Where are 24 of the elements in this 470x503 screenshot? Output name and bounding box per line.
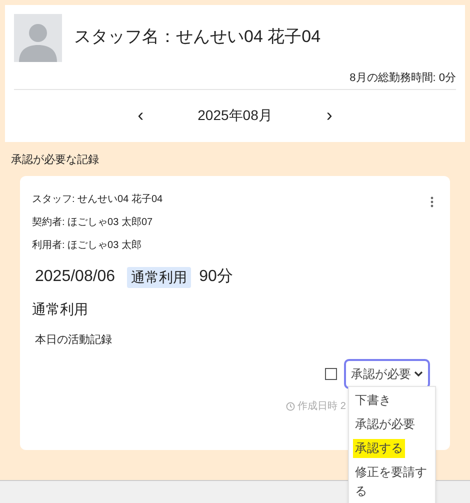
record-date: 2025/08/06 (35, 267, 116, 287)
status-option[interactable]: 下書き (353, 391, 393, 410)
total-hours: 8月の総勤務時間: 0分 (350, 71, 456, 86)
status-option[interactable]: 承認が必要 (353, 415, 417, 434)
more-options-icon[interactable] (430, 196, 434, 208)
usage-type: 通常利用 (32, 300, 88, 319)
status-option[interactable]: 修正を要請する (353, 463, 431, 501)
activity-note: 本日の活動記録 (35, 333, 112, 348)
contractor-text: 契約者: ほごしゃ03 太郎07 (32, 216, 154, 230)
created-date: 作成日時 2 (298, 400, 346, 414)
status-option[interactable]: 承認する (353, 439, 405, 458)
section-title: 承認が必要な記録 (11, 152, 99, 168)
usage-tag: 通常利用 (127, 266, 192, 288)
staff-text: スタッフ: せんせい04 花子04 (32, 192, 163, 207)
avatar-icon (14, 14, 62, 62)
duration-text: 90分 (199, 267, 233, 287)
prev-month-button[interactable]: ‹ (134, 102, 148, 129)
staff-title: スタッフ名：せんせい04 花子04 (74, 26, 321, 48)
month-label: 2025年08月 (198, 106, 272, 125)
chevron-down-icon (414, 370, 423, 376)
clock-icon (286, 402, 295, 410)
user-text: 利用者: ほごしゃ03 太郎 (32, 238, 142, 253)
approval-checkbox[interactable] (325, 368, 337, 380)
next-month-button[interactable]: › (322, 102, 336, 129)
